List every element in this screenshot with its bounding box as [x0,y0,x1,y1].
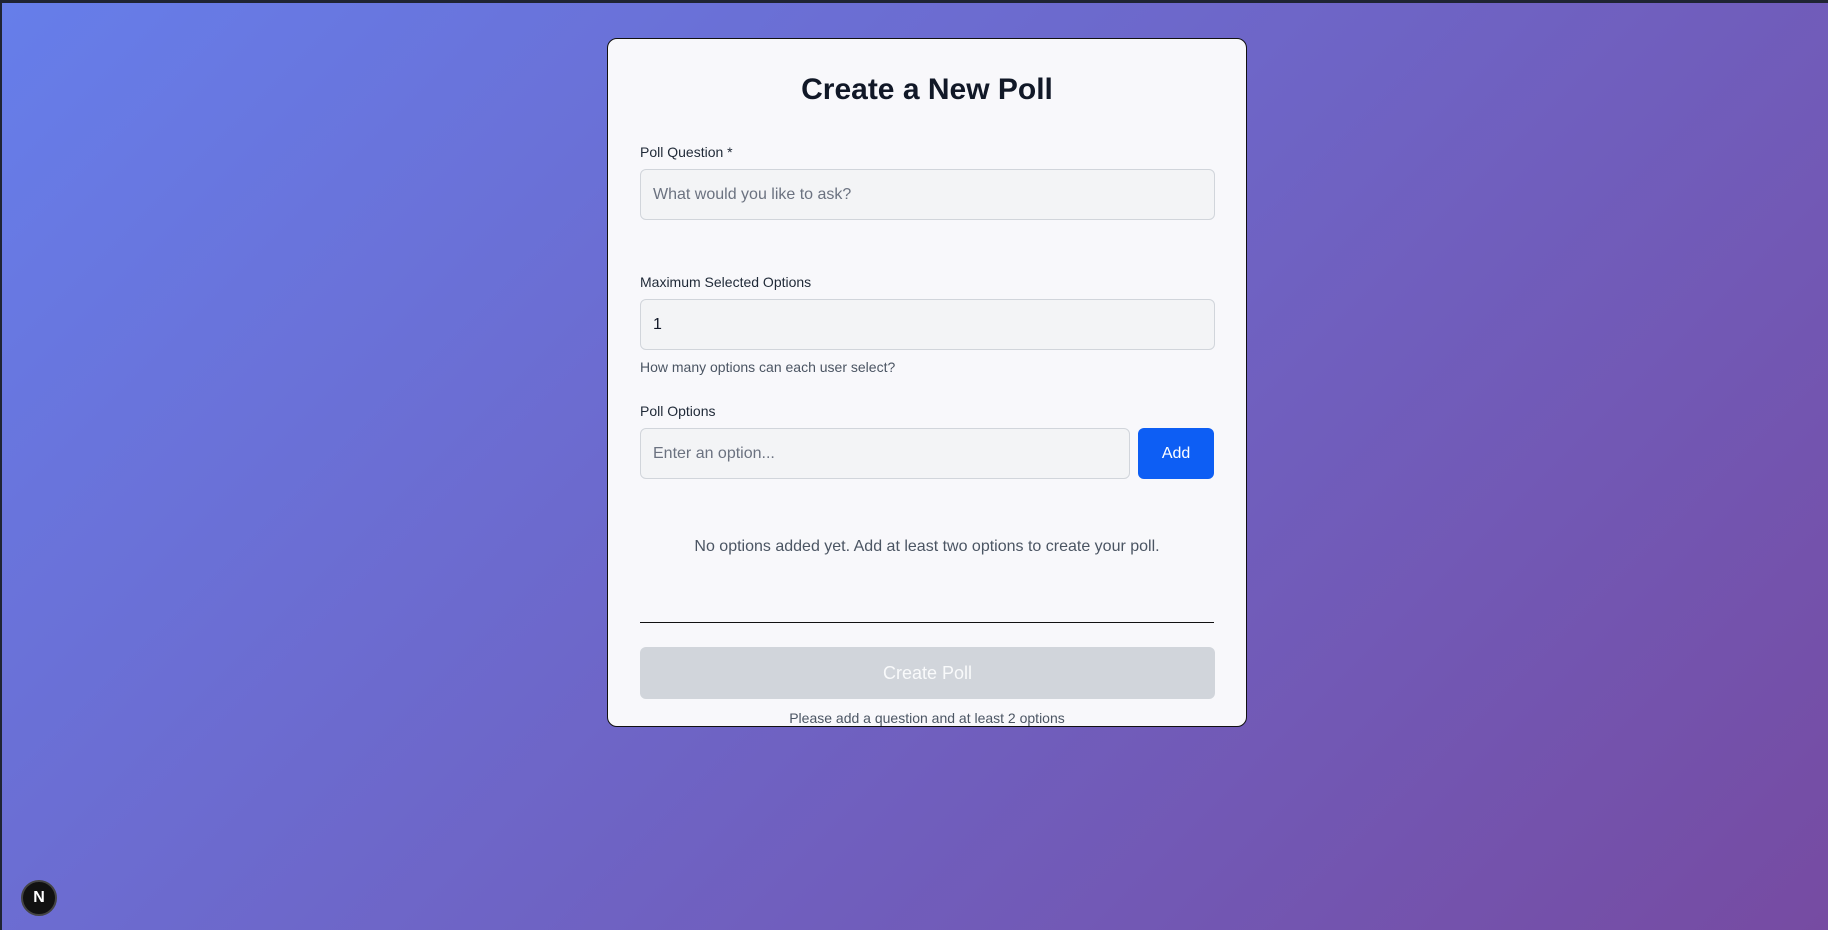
poll-question-input[interactable] [640,169,1215,220]
dev-badge-label: N [33,889,45,906]
validation-note: Please add a question and at least 2 opt… [789,710,1065,726]
add-option-button[interactable]: Add [1138,428,1214,479]
poll-options-label: Poll Options [640,403,716,419]
page-title: Create a New Poll [801,73,1053,106]
add-option-row: Add [640,428,1214,479]
create-poll-card: Create a New Poll Poll Question * Maximu… [607,38,1247,727]
create-poll-button[interactable]: Create Poll [640,647,1215,699]
max-selected-options-input[interactable] [640,299,1215,350]
nextjs-logo-icon[interactable]: N [21,880,57,916]
divider [640,622,1214,623]
empty-options-message: No options added yet. Add at least two o… [694,538,1160,555]
max-selected-options-hint: How many options can each user select? [640,359,896,375]
max-selected-options-label: Maximum Selected Options [640,274,812,290]
poll-question-label: Poll Question * [640,144,733,160]
option-input[interactable] [640,428,1131,479]
